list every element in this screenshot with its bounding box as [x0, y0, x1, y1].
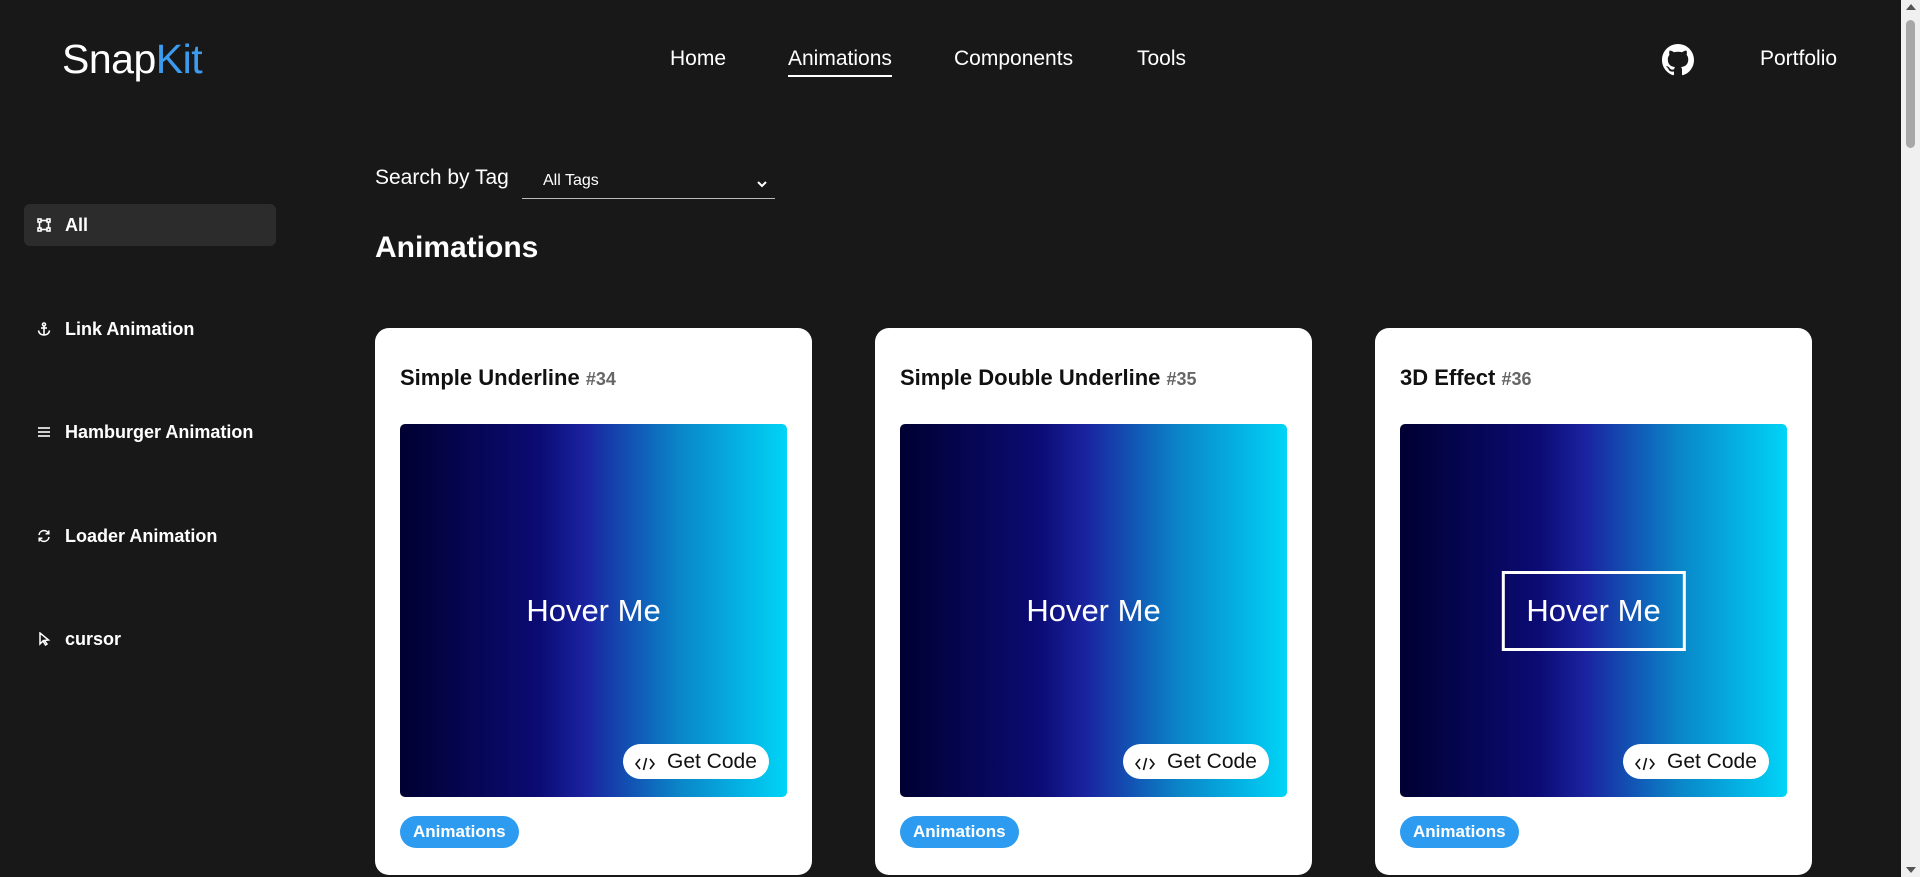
page-scrollbar[interactable]	[1901, 0, 1920, 877]
get-code-button[interactable]: Get Code	[623, 744, 769, 779]
card-number: #36	[1501, 369, 1532, 389]
code-icon	[1134, 754, 1156, 770]
sidebar-item-loader-animation[interactable]: Loader Animation	[24, 515, 276, 557]
animation-card: Simple Underline #34 Hover Me Get Code A…	[375, 328, 812, 875]
card-number: #35	[1166, 369, 1197, 389]
anchor-icon	[36, 322, 51, 337]
animation-preview: Hover Me Get Code	[400, 424, 787, 797]
nav-components[interactable]: Components	[954, 46, 1073, 72]
all-icon	[36, 218, 51, 233]
sidebar-item-hamburger-animation[interactable]: Hamburger Animation	[24, 411, 276, 453]
main-nav: Home Animations Components Tools	[0, 46, 1900, 77]
animation-preview: Hover Me Get Code	[1400, 424, 1787, 797]
code-icon	[634, 754, 656, 770]
animation-card: Simple Double Underline #35 Hover Me Get…	[875, 328, 1312, 875]
sidebar-item-link-animation[interactable]: Link Animation	[24, 308, 276, 350]
card-title-text: Simple Double Underline	[900, 365, 1161, 390]
tag-badge[interactable]: Animations	[400, 816, 519, 848]
sidebar-item-label: Link Animation	[65, 318, 195, 339]
tag-select[interactable]: All Tags	[522, 164, 775, 199]
sidebar-item-label: Hamburger Animation	[65, 421, 254, 442]
scroll-up-arrow-icon[interactable]	[1906, 4, 1916, 10]
get-code-label: Get Code	[1167, 749, 1257, 773]
chevron-down-icon	[755, 176, 769, 188]
tag-badge[interactable]: Animations	[900, 816, 1019, 848]
scrollbar-thumb[interactable]	[1906, 20, 1915, 148]
card-title: Simple Underline #34	[400, 365, 616, 391]
menu-icon	[36, 425, 51, 440]
get-code-button[interactable]: Get Code	[1623, 744, 1769, 779]
sidebar-item-label: cursor	[65, 628, 122, 649]
code-icon	[1634, 754, 1656, 770]
refresh-icon	[36, 529, 51, 544]
cursor-icon	[36, 632, 51, 647]
sidebar-item-cursor[interactable]: cursor	[24, 618, 276, 660]
search-label: Search by Tag	[375, 166, 509, 189]
scroll-down-arrow-icon[interactable]	[1906, 867, 1916, 873]
tag-select-value: All Tags	[543, 172, 599, 189]
card-number: #34	[585, 369, 616, 389]
hover-demo-text[interactable]: Hover Me	[514, 593, 672, 628]
github-icon[interactable]	[1662, 44, 1694, 76]
card-title-text: Simple Underline	[400, 365, 580, 390]
sidebar-item-label: All	[65, 214, 89, 235]
card-title: Simple Double Underline #35	[900, 365, 1197, 391]
get-code-label: Get Code	[1667, 749, 1757, 773]
hover-demo-text[interactable]: Hover Me	[1501, 570, 1686, 651]
tag-badge[interactable]: Animations	[1400, 816, 1519, 848]
nav-animations[interactable]: Animations	[788, 46, 892, 77]
animation-preview: Hover Me Get Code	[900, 424, 1287, 797]
portfolio-link[interactable]: Portfolio	[1760, 46, 1837, 72]
get-code-button[interactable]: Get Code	[1123, 744, 1269, 779]
card-title: 3D Effect #36	[1400, 365, 1532, 391]
top-header: SnapKit Home Animations Components Tools…	[0, 0, 1900, 118]
page-title: Animations	[375, 231, 539, 264]
animation-card: 3D Effect #36 Hover Me Get Code Animatio…	[1375, 328, 1812, 875]
sidebar-item-all[interactable]: All	[24, 204, 276, 246]
nav-home[interactable]: Home	[670, 46, 726, 72]
card-title-text: 3D Effect	[1400, 365, 1496, 390]
get-code-label: Get Code	[667, 749, 757, 773]
nav-tools[interactable]: Tools	[1137, 46, 1186, 72]
hover-demo-text[interactable]: Hover Me	[1014, 593, 1172, 628]
sidebar-item-label: Loader Animation	[65, 525, 218, 546]
